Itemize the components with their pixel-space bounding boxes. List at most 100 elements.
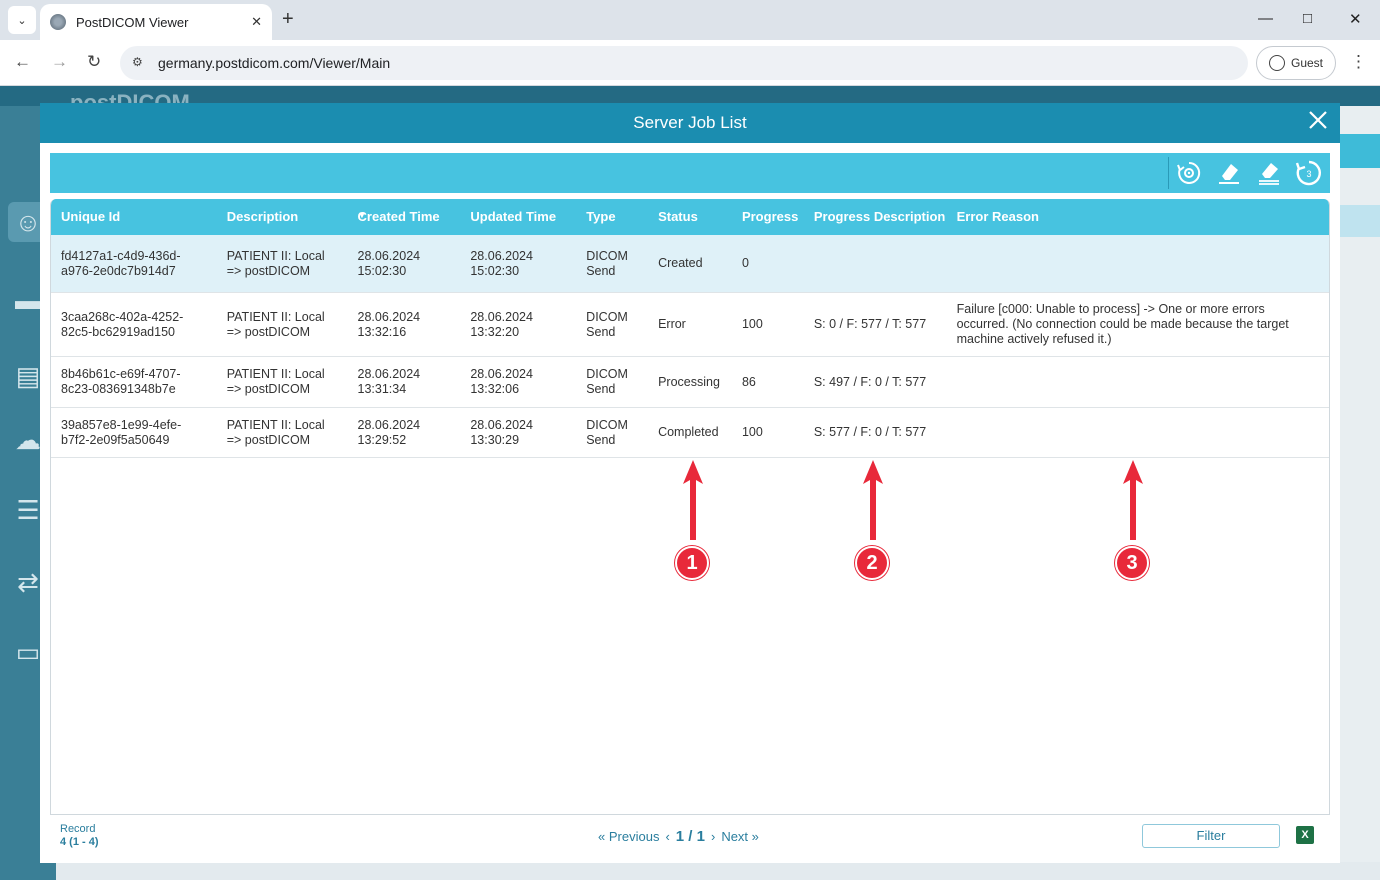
background-footer <box>56 862 1380 880</box>
column-header-status[interactable]: Status <box>648 199 732 235</box>
dialog-header: Server Job List <box>40 103 1340 143</box>
column-header-description[interactable]: Description <box>217 199 348 235</box>
reload-icon[interactable]: ↻ <box>87 52 101 72</box>
dialog-title: Server Job List <box>633 113 747 132</box>
close-window-icon[interactable]: ✕ <box>1349 10 1362 28</box>
chevron-left-icon[interactable]: ‹ <box>665 829 669 844</box>
annotation-badge: 1 <box>675 546 709 580</box>
next-button[interactable]: Next » <box>721 829 759 844</box>
job-action-bar: 3 <box>50 153 1330 193</box>
chevron-down-icon: ⌄ <box>17 14 27 27</box>
dialog-footer: Record 4 (1 - 4) « Previous ‹ 1 / 1 › Ne… <box>50 819 1330 859</box>
cell-progress-description: S: 577 / F: 0 / T: 577 <box>813 425 927 439</box>
cell-progress-description: S: 0 / F: 577 / T: 577 <box>813 317 927 331</box>
column-header-updated-time[interactable]: Updated Time <box>460 199 576 235</box>
cell-status: Created <box>658 256 703 270</box>
cell-type: DICOM Send <box>586 248 628 278</box>
browser-tabstrip: ⌄ PostDICOM Viewer ✕ + — □ ✕ <box>0 0 1380 40</box>
cell-unique-id: 39a857e8-1e99-4efe-b7f2-2e09f5a50649 <box>61 417 182 447</box>
browser-tab[interactable]: PostDICOM Viewer ✕ <box>40 4 272 40</box>
profile-label: Guest <box>1290 56 1323 70</box>
action-separator <box>1168 157 1169 189</box>
back-icon[interactable]: ← <box>14 52 31 72</box>
minimize-icon[interactable]: — <box>1258 10 1273 27</box>
arrow-up-icon <box>1123 460 1143 540</box>
cell-status: Error <box>658 317 686 331</box>
eraser-all-icon <box>1259 163 1279 185</box>
profile-button[interactable]: Guest <box>1256 46 1336 80</box>
close-dialog-button[interactable] <box>1304 109 1332 137</box>
annotation-2: 2 <box>855 458 891 582</box>
forward-icon[interactable]: → <box>51 52 68 72</box>
maximize-icon[interactable]: □ <box>1303 10 1312 27</box>
annotation-badge: 2 <box>855 546 889 580</box>
person-icon <box>1268 55 1285 71</box>
background-panel-row <box>1336 205 1380 237</box>
annotation-1: 1 <box>675 458 711 582</box>
column-header-progress[interactable]: Progress <box>732 199 804 235</box>
tab-search-button[interactable]: ⌄ <box>8 6 36 34</box>
cell-unique-id: 8b46b61c-e69f-4707- 8c23-083691348b7e <box>61 367 181 396</box>
refresh-button[interactable]: 3 <box>1294 158 1324 188</box>
cell-progress: 100 <box>741 317 763 331</box>
chevron-right-icon[interactable]: › <box>711 829 715 844</box>
tab-title: PostDICOM Viewer <box>76 14 189 30</box>
double-chevron-right-icon: » <box>751 829 759 844</box>
cell-updated-time: 28.06.2024 13:30:29 <box>470 417 533 447</box>
eraser-icon <box>1219 164 1239 184</box>
cell-description: PATIENT II: Local => postDICOM <box>226 417 325 447</box>
cell-progress-description: S: 497 / F: 0 / T: 577 <box>813 374 927 389</box>
cell-created-time: 28.06.2024 13:29:52 <box>357 417 421 447</box>
browser-toolbar: ← → ↻ ⚙ germany.postdicom.com/Viewer/Mai… <box>0 40 1380 86</box>
cell-unique-id: fd4127a1-c4d9-436d-a976-2e0dc7b914d7 <box>61 248 181 278</box>
cell-status: Processing <box>658 374 720 389</box>
cell-description: PATIENT II: Local => postDICOM <box>226 309 325 339</box>
cell-progress: 0 <box>741 256 749 270</box>
cell-updated-time: 28.06.2024 13:32:20 <box>470 309 533 339</box>
double-chevron-left-icon: « <box>598 829 606 844</box>
cell-progress: 100 <box>741 425 763 439</box>
column-header-error-reason[interactable]: Error Reason <box>947 199 1329 235</box>
close-tab-icon[interactable]: ✕ <box>251 14 262 30</box>
table-header: Unique Id Description ▼ Created Time Upd… <box>51 199 1329 235</box>
cell-unique-id: 3caa268c-402a-4252- 82c5-bc62919ad150 <box>61 309 184 339</box>
previous-button[interactable]: « Previous <box>598 829 659 844</box>
table-row[interactable]: 3caa268c-402a-4252- 82c5-bc62919ad150 PAT… <box>51 293 1329 357</box>
browser-menu-icon[interactable]: ⋮ <box>1350 52 1367 72</box>
cell-created-time: 28.06.2024 13:32:16 <box>357 309 421 339</box>
favicon-icon <box>50 14 66 30</box>
column-header-created-time[interactable]: ▼ Created Time <box>348 199 461 235</box>
cell-created-time: 28.06.2024 13:31:34 <box>357 367 421 396</box>
table-row[interactable]: fd4127a1-c4d9-436d-a976-2e0dc7b914d7 PAT… <box>51 235 1329 293</box>
table-row[interactable]: 39a857e8-1e99-4efe-b7f2-2e09f5a50649 PAT… <box>51 408 1329 458</box>
page-indicator: 1 / 1 <box>675 828 705 845</box>
close-icon <box>1309 111 1327 129</box>
arrow-up-icon <box>683 460 703 540</box>
column-header-label: Created Time <box>357 209 440 224</box>
cell-type: DICOM Send <box>586 309 628 339</box>
excel-export-icon[interactable]: X <box>1296 826 1314 844</box>
table-row[interactable]: 8b46b61c-e69f-4707- 8c23-083691348b7e PAT… <box>51 357 1329 408</box>
cell-description: PATIENT II: Local => postDICOM <box>226 248 325 278</box>
url-text: germany.postdicom.com/Viewer/Main <box>158 55 391 71</box>
auto-refresh-settings-button[interactable] <box>1174 158 1204 188</box>
annotation-3: 3 <box>1115 458 1151 582</box>
clear-button[interactable] <box>1214 158 1244 188</box>
column-header-unique-id[interactable]: Unique Id <box>51 199 217 235</box>
column-header-progress-description[interactable]: Progress Description <box>804 199 947 235</box>
refresh-icon: 3 <box>1295 160 1321 186</box>
refresh-settings-icon <box>1177 161 1201 184</box>
filter-button[interactable]: Filter <box>1142 824 1280 848</box>
refresh-count: 3 <box>1306 169 1311 179</box>
address-bar[interactable]: ⚙ germany.postdicom.com/Viewer/Main <box>120 46 1248 80</box>
cell-updated-time: 28.06.2024 15:02:30 <box>470 248 533 278</box>
new-tab-button[interactable]: + <box>282 8 294 31</box>
site-settings-icon[interactable]: ⚙ <box>132 55 143 69</box>
clear-all-button[interactable] <box>1254 158 1284 188</box>
arrow-up-icon <box>863 460 883 540</box>
cell-type: DICOM Send <box>586 367 628 396</box>
column-header-type[interactable]: Type <box>576 199 648 235</box>
cell-updated-time: 28.06.2024 13:32:06 <box>470 367 533 396</box>
background-panel-header <box>1336 134 1380 168</box>
record-count: 4 (1 - 4) <box>60 836 99 848</box>
